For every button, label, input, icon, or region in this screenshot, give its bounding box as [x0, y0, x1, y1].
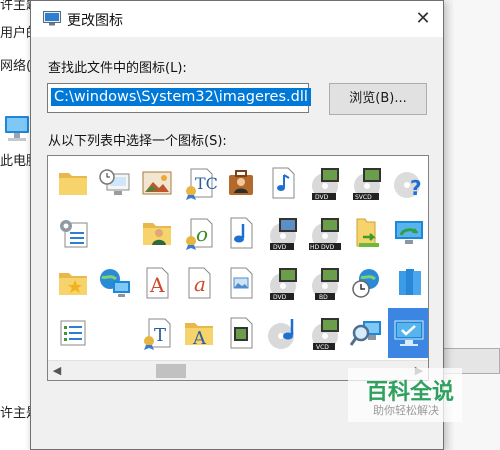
- find-icon-label: 查找此文件中的图标(L):: [48, 61, 187, 76]
- svg-text:T: T: [154, 325, 166, 346]
- sync-monitor-icon[interactable]: [388, 208, 428, 258]
- font-a-folder-icon[interactable]: A: [178, 308, 220, 358]
- watermark-subtitle: 助你轻松解决: [373, 404, 439, 417]
- svg-text:?: ?: [410, 176, 422, 200]
- svg-text:SVCD: SVCD: [355, 194, 372, 201]
- svg-text:DVD: DVD: [273, 244, 287, 251]
- scrollbar-thumb[interactable]: [156, 364, 186, 378]
- favorite-folder-icon[interactable]: [52, 258, 94, 308]
- svg-text:TC: TC: [195, 174, 217, 193]
- network-globe-icon[interactable]: [94, 258, 136, 308]
- blank-icon[interactable]: [94, 208, 136, 258]
- checklist-icon[interactable]: [52, 308, 94, 358]
- folder-icon[interactable]: [52, 158, 94, 208]
- video-file-icon[interactable]: [220, 308, 262, 358]
- help-disc-icon[interactable]: ?: [388, 158, 428, 208]
- path-value: C:\windows\System32\imageres.dll: [51, 88, 311, 106]
- font-t-certificate-icon[interactable]: T: [136, 308, 178, 358]
- music-file-icon[interactable]: [262, 158, 304, 208]
- watermark: 百科全说 助你轻松解决: [348, 368, 462, 422]
- bd-disc-icon[interactable]: BD: [304, 258, 346, 308]
- desktop-preview-icon[interactable]: [94, 158, 136, 208]
- settings-list-icon[interactable]: [52, 208, 94, 258]
- dialog-title: 更改图标: [67, 13, 123, 29]
- hd-dvd-disc-icon[interactable]: HD DVD: [304, 208, 346, 258]
- window-icon: [43, 11, 61, 26]
- dvd-disc-icon[interactable]: DVD: [262, 208, 304, 258]
- svg-text:HD DVD: HD DVD: [310, 244, 335, 251]
- font-certificate-o-icon[interactable]: o: [178, 208, 220, 258]
- svg-text:DVD: DVD: [273, 294, 287, 301]
- pick-icon-label: 从以下列表中选择一个图标(S):: [48, 134, 227, 149]
- dvd-disc-film-icon[interactable]: DVD: [262, 258, 304, 308]
- blank-icon[interactable]: [94, 308, 136, 358]
- browse-button[interactable]: 浏览(B)...: [329, 83, 427, 115]
- photo-gallery-icon[interactable]: [136, 158, 178, 208]
- svcd-disc-icon[interactable]: SVCD: [346, 158, 388, 208]
- close-button[interactable]: ✕: [411, 7, 435, 31]
- user-briefcase-icon[interactable]: [220, 158, 262, 208]
- font-a-icon[interactable]: A: [136, 258, 178, 308]
- font-certificate-icon[interactable]: TC: [178, 158, 220, 208]
- svg-text:a: a: [194, 272, 206, 296]
- icon-list[interactable]: TC DVD SVCD ? o DVD HD DVD A a DVD BD T …: [47, 155, 429, 381]
- svg-text:VCD: VCD: [316, 344, 329, 351]
- font-a-italic-icon[interactable]: a: [178, 258, 220, 308]
- svg-text:A: A: [192, 328, 207, 349]
- svg-text:A: A: [149, 273, 165, 297]
- computer-check-icon[interactable]: [388, 308, 428, 358]
- folder-arrow-icon[interactable]: [346, 208, 388, 258]
- svg-text:DVD: DVD: [315, 194, 329, 201]
- library-books-icon[interactable]: [388, 258, 428, 308]
- dialog-titlebar: 更改图标 ✕: [31, 1, 443, 37]
- user-folder-icon[interactable]: [136, 208, 178, 258]
- dvd-film-icon[interactable]: DVD: [304, 158, 346, 208]
- icon-file-path-input[interactable]: C:\windows\System32\imageres.dll: [47, 83, 311, 113]
- image-file-icon[interactable]: [220, 258, 262, 308]
- computer-icon: [5, 116, 29, 141]
- globe-clock-icon[interactable]: [346, 258, 388, 308]
- icon-grid: TC DVD SVCD ? o DVD HD DVD A a DVD BD T …: [48, 156, 428, 360]
- background-text: 网络(: [0, 59, 32, 74]
- svg-text:o: o: [196, 222, 208, 246]
- scroll-left-button[interactable]: ◀: [48, 361, 66, 380]
- search-computer-icon[interactable]: [346, 308, 388, 358]
- music-note-icon[interactable]: [220, 208, 262, 258]
- music-disc-icon[interactable]: [262, 308, 304, 358]
- svg-text:BD: BD: [319, 294, 328, 301]
- vcd-disc-icon[interactable]: VCD: [304, 308, 346, 358]
